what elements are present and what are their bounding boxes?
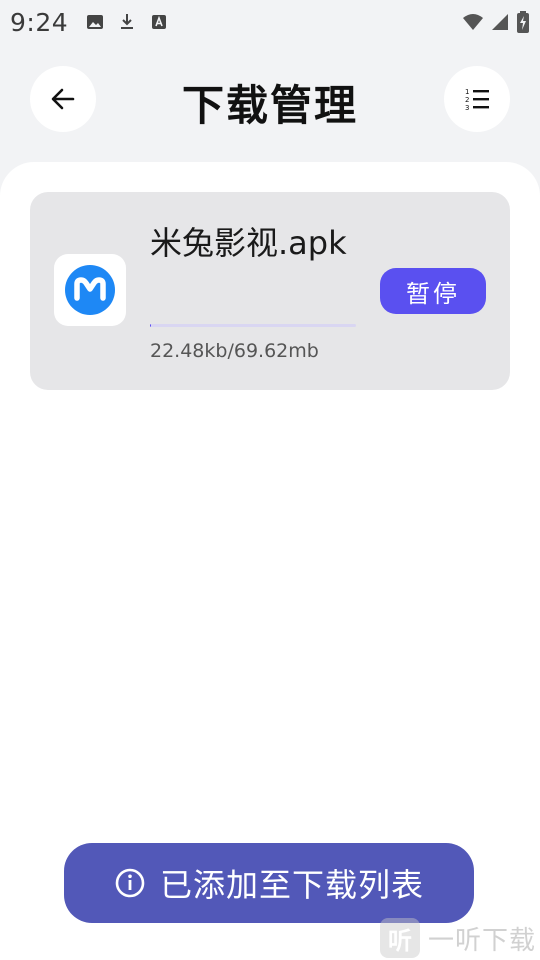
watermark: 听 一听下载 xyxy=(380,918,536,958)
toast-message: 已添加至下载列表 xyxy=(159,866,424,904)
header: 下载管理 1 2 3 xyxy=(0,66,540,132)
download-progress-fill xyxy=(150,324,152,327)
status-time: 9:24 xyxy=(10,7,69,37)
svg-text:2: 2 xyxy=(465,96,469,104)
file-name: 米兔影视.apk xyxy=(150,224,347,262)
download-icon xyxy=(121,14,134,29)
numbered-list-icon: 1 2 3 xyxy=(465,88,489,112)
download-progress-bar xyxy=(150,324,356,327)
battery-charging-icon xyxy=(517,11,529,33)
status-bar: 9:24 xyxy=(0,0,540,44)
content-sheet: 米兔影视.apk 22.48kb/69.62mb 暂停 xyxy=(0,162,540,960)
mitu-app-icon xyxy=(65,265,115,315)
signal-icon xyxy=(492,14,508,30)
status-icons-left xyxy=(86,13,168,31)
toast: 已添加至下载列表 xyxy=(64,843,474,923)
info-icon xyxy=(115,868,145,898)
svg-text:1: 1 xyxy=(465,88,469,96)
svg-text:3: 3 xyxy=(465,104,469,112)
text-a-icon xyxy=(152,15,167,29)
image-icon xyxy=(87,15,104,29)
app-icon xyxy=(54,254,126,326)
pause-button[interactable]: 暂停 xyxy=(380,268,486,314)
wifi-icon xyxy=(463,14,483,30)
download-list-button[interactable]: 1 2 3 xyxy=(444,66,510,132)
status-icons-right xyxy=(462,11,530,33)
download-size-text: 22.48kb/69.62mb xyxy=(150,340,319,362)
download-item-card[interactable]: 米兔影视.apk 22.48kb/69.62mb 暂停 xyxy=(30,192,510,390)
watermark-logo: 听 xyxy=(380,918,420,958)
watermark-text: 一听下载 xyxy=(428,925,537,956)
